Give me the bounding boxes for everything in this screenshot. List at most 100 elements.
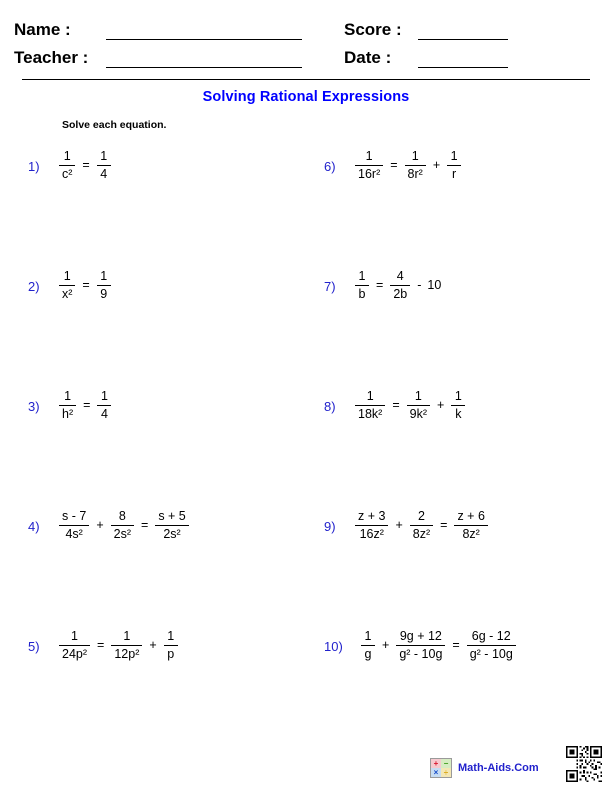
fraction-bar [404, 164, 426, 166]
fraction: 6g - 12 g² - 10g [466, 629, 516, 661]
math-operator: = [440, 518, 448, 532]
fraction-bar [96, 164, 111, 166]
fraction-bar [409, 524, 434, 526]
fraction-denominator: 2b [393, 287, 408, 301]
fraction: 1 12p² [111, 629, 143, 661]
fraction-denominator: 2s² [163, 527, 181, 541]
problem-number: 4) [28, 519, 40, 534]
fraction-bar [59, 644, 91, 646]
fraction-denominator: b [358, 287, 366, 301]
fraction: s + 5 2s² [155, 509, 189, 541]
fraction-numerator: 2 [417, 509, 425, 523]
problem-1: 1) 1 c² = 1 4 [0, 145, 306, 265]
fraction-denominator: g² - 10g [399, 647, 443, 661]
fraction-denominator: 16z² [359, 527, 384, 541]
fraction: 1 8r² [404, 149, 426, 181]
fraction-numerator: 1 [366, 389, 374, 403]
fraction-numerator: 8 [118, 509, 126, 523]
fraction-bar [466, 644, 516, 646]
qr-code-svg [566, 746, 602, 782]
fraction-denominator: 2s² [113, 527, 131, 541]
fraction-bar [96, 284, 111, 286]
fraction-denominator: g [364, 647, 372, 661]
fraction-bar [396, 644, 446, 646]
fraction-numerator: 1 [63, 149, 71, 163]
fraction-bar [390, 284, 411, 286]
fraction-numerator: 1 [100, 389, 108, 403]
problem-row: 4) s - 7 4s² +8 2s² = s + 5 2s² 9) z + 3 16z² +2… [0, 505, 612, 625]
problem-row: 2) 1 x² = 1 9 7) 1 b = 4 2b -10 [0, 265, 612, 385]
problem-expression: 1 g +9g + 12 g² - 10g = 6g - 12 g² - 10g [358, 625, 519, 661]
fraction-denominator: 8z² [462, 527, 480, 541]
name-label: Name : [14, 20, 71, 39]
fraction: 4 2b [390, 269, 411, 301]
date-input-line[interactable] [418, 50, 508, 68]
problem-number: 1) [28, 159, 40, 174]
minus-icon: − [441, 759, 451, 768]
math-operator: - [417, 278, 422, 292]
fraction-bar [447, 164, 462, 166]
name-input-line[interactable] [106, 22, 302, 40]
problem-number: 2) [28, 279, 40, 294]
header-divider [22, 79, 590, 80]
brand-link[interactable]: + − × ÷ Math-Aids.Com [430, 758, 539, 778]
problem-expression: 1 16r² = 1 8r² +1 r [352, 145, 464, 181]
fraction-denominator: r [452, 167, 457, 181]
problem-row: 1) 1 c² = 1 4 6) 1 16r² = 1 8r² +1 r [0, 145, 612, 265]
fraction-numerator: z + 6 [457, 509, 485, 523]
teacher-label: Teacher : [14, 48, 89, 67]
worksheet-footer: + − × ÷ Math-Aids.Com [0, 742, 612, 786]
divide-icon: ÷ [441, 768, 451, 777]
math-operator: + [96, 518, 104, 532]
fraction-bar [163, 644, 178, 646]
fraction-bar [406, 404, 431, 406]
math-operator: + [432, 158, 441, 172]
fraction-denominator: 16r² [358, 167, 381, 181]
problem-4: 4) s - 7 4s² +8 2s² = s + 5 2s² [0, 505, 306, 625]
math-operator: = [376, 278, 384, 292]
fraction-denominator: k [455, 407, 462, 421]
header-row-name: Name : Score : [14, 12, 598, 40]
fraction: s - 7 4s² [59, 509, 90, 541]
fraction-numerator: 4 [396, 269, 404, 283]
fraction-denominator: 4 [100, 407, 108, 421]
math-operator: = [390, 158, 398, 172]
fraction-bar [451, 404, 466, 406]
fraction-denominator: h² [62, 407, 74, 421]
fraction-bar [355, 404, 386, 406]
fraction-denominator: 12p² [114, 647, 140, 661]
math-operator: = [141, 518, 149, 532]
fraction-bar [454, 524, 488, 526]
fraction-numerator: 1 [123, 629, 131, 643]
fraction-numerator: s - 7 [62, 509, 87, 523]
fraction-denominator: g² - 10g [469, 647, 513, 661]
fraction: 1 18k² [355, 389, 386, 421]
plus-icon: + [431, 759, 441, 768]
fraction-bar [59, 284, 76, 286]
problem-expression: 1 x² = 1 9 [56, 265, 114, 301]
score-input-line[interactable] [418, 22, 508, 40]
problem-2: 2) 1 x² = 1 9 [0, 265, 306, 385]
fraction: 1g [361, 629, 375, 661]
fraction: 1 h² [59, 389, 77, 421]
fraction-numerator: 1 [414, 389, 422, 403]
problem-expression: s - 7 4s² +8 2s² = s + 5 2s² [56, 505, 192, 541]
fraction-numerator: 1 [365, 149, 373, 163]
teacher-input-line[interactable] [106, 50, 302, 68]
fraction: 9g + 12 g² - 10g [396, 629, 446, 661]
fraction-numerator: 1 [167, 629, 175, 643]
problem-5: 5) 1 24p² = 1 12p² +1 p [0, 625, 306, 745]
fraction-denominator: 8r² [407, 167, 423, 181]
qr-code-icon[interactable] [566, 746, 602, 782]
problem-number: 5) [28, 639, 40, 654]
fraction-denominator: x² [62, 287, 73, 301]
fraction: 8 2s² [110, 509, 134, 541]
fraction-denominator: 4s² [65, 527, 83, 541]
problem-expression: 1 b = 4 2b -10 [352, 265, 443, 301]
fraction-numerator: 1 [71, 629, 78, 643]
header-row-teacher: Teacher : Date : [14, 40, 598, 68]
math-operator: = [97, 638, 105, 652]
fraction-bar [361, 644, 375, 646]
fraction-bar [355, 284, 369, 286]
fraction: 2 8z² [409, 509, 434, 541]
